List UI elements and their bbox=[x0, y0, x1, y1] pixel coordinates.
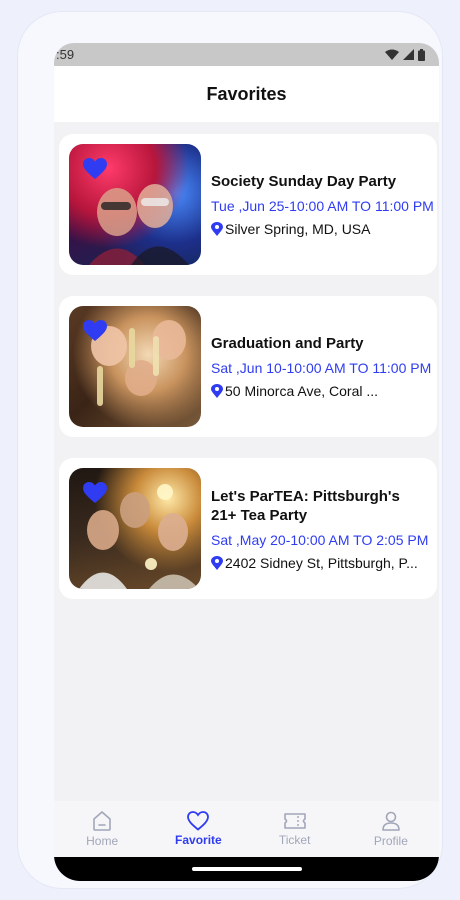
event-image bbox=[69, 144, 201, 265]
status-time: :59 bbox=[56, 47, 75, 62]
event-location-text: Silver Spring, MD, USA bbox=[225, 221, 371, 237]
gesture-bar bbox=[54, 857, 439, 881]
location-pin-icon bbox=[211, 556, 223, 570]
favorite-heart-icon[interactable] bbox=[83, 158, 107, 180]
phone-frame: :59 Favorites Society Sunday Day Party T… bbox=[18, 12, 442, 888]
nav-home-label: Home bbox=[86, 834, 119, 848]
event-info: Graduation and Party Sat ,Jun 10-10:00 A… bbox=[211, 334, 432, 399]
page-header: Favorites bbox=[54, 66, 439, 122]
heart-icon bbox=[187, 811, 210, 831]
event-location-text: 2402 Sidney St, Pittsburgh, P... bbox=[225, 555, 418, 571]
favorite-heart-icon[interactable] bbox=[83, 482, 107, 504]
home-indicator[interactable] bbox=[191, 867, 302, 871]
favorite-heart-icon[interactable] bbox=[83, 320, 107, 342]
event-title: Graduation and Party bbox=[211, 335, 364, 352]
app-screen: :59 Favorites Society Sunday Day Party T… bbox=[54, 43, 439, 881]
event-card[interactable]: Society Sunday Day Party Tue ,Jun 25-10:… bbox=[59, 134, 437, 275]
wifi-icon bbox=[385, 49, 399, 60]
event-location: Silver Spring, MD, USA bbox=[211, 221, 429, 237]
event-date: Sat ,Jun 10-10:00 AM TO 11:00 PM bbox=[211, 360, 432, 376]
page-title: Favorites bbox=[206, 83, 287, 104]
event-image bbox=[69, 306, 201, 427]
status-icons bbox=[385, 48, 425, 61]
location-pin-icon bbox=[211, 222, 223, 236]
nav-profile[interactable]: Profile bbox=[346, 810, 436, 848]
ticket-icon bbox=[283, 813, 306, 829]
event-date: Tue ,Jun 25-10:00 AM TO 11:00 PM bbox=[211, 198, 434, 214]
event-card[interactable]: Graduation and Party Sat ,Jun 10-10:00 A… bbox=[59, 296, 437, 437]
event-location-text: 50 Minorca Ave, Coral ... bbox=[225, 383, 379, 399]
event-date: Sat ,May 20-10:00 AM TO 2:05 PM bbox=[211, 532, 429, 548]
bottom-nav: Home Favorite Ticket Profile bbox=[54, 801, 439, 857]
event-card[interactable]: Let's ParTEA: Pittsburgh's 21+ Tea Party… bbox=[59, 458, 437, 599]
event-location: 2402 Sidney St, Pittsburgh, P... bbox=[211, 555, 429, 571]
event-image bbox=[69, 468, 201, 589]
nav-favorite-label: Favorite bbox=[175, 833, 222, 847]
event-info: Let's ParTEA: Pittsburgh's 21+ Tea Party… bbox=[211, 487, 429, 571]
home-icon bbox=[93, 811, 111, 831]
status-bar: :59 bbox=[54, 43, 439, 66]
event-location: 50 Minorca Ave, Coral ... bbox=[211, 383, 429, 399]
signal-icon bbox=[403, 49, 414, 60]
battery-icon bbox=[418, 48, 425, 61]
nav-profile-label: Profile bbox=[373, 834, 408, 848]
nav-home[interactable]: Home bbox=[57, 810, 147, 848]
profile-icon bbox=[382, 811, 400, 831]
event-info: Society Sunday Day Party Tue ,Jun 25-10:… bbox=[211, 172, 434, 237]
location-pin-icon bbox=[211, 384, 223, 398]
event-title: Let's ParTEA: Pittsburgh's 21+ Tea Party bbox=[211, 488, 400, 524]
nav-favorite[interactable]: Favorite bbox=[153, 811, 243, 847]
nav-ticket-label: Ticket bbox=[278, 833, 311, 847]
event-title: Society Sunday Day Party bbox=[211, 173, 397, 190]
nav-ticket[interactable]: Ticket bbox=[250, 811, 340, 847]
